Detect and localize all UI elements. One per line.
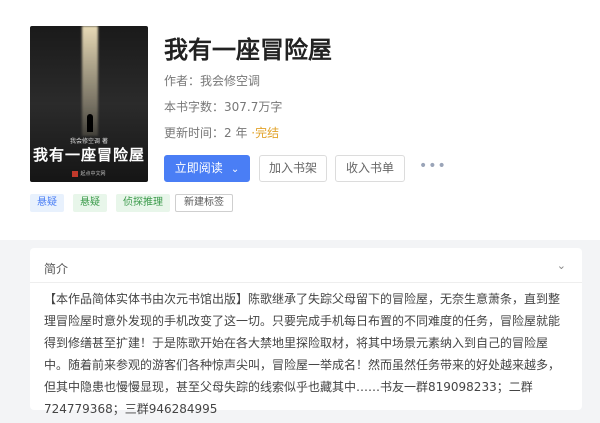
- publisher-name: 起点中文网: [80, 171, 106, 177]
- collapse-chevron-icon[interactable]: ⌄: [557, 259, 566, 272]
- more-icon[interactable]: •••: [419, 158, 447, 174]
- cover-silhouette: [87, 114, 93, 132]
- intro-text: 【本作品简体实体书由次元书馆出版】陈歌继承了失踪父母留下的冒险屋，无奈生意萧条，…: [44, 292, 561, 416]
- author-link[interactable]: 我会修空调: [200, 74, 260, 88]
- new-tag-button[interactable]: 新建标签: [175, 194, 233, 212]
- book-title: 我有一座冒险屋: [164, 36, 332, 64]
- add-to-booklist-button[interactable]: 收入书单: [335, 155, 405, 182]
- update-row: 更新时间：2 年 ·完结: [164, 124, 279, 141]
- wordcount-label: 本书字数：: [164, 100, 225, 114]
- status-badge: ·完结: [251, 126, 280, 140]
- chevron-down-icon: ⌄: [230, 164, 240, 175]
- update-ago: 2 年: [224, 126, 248, 140]
- read-now-label: 立即阅读: [174, 161, 223, 175]
- tag-suspense[interactable]: 悬疑: [30, 194, 64, 212]
- tag-detective[interactable]: 侦探推理: [116, 194, 170, 212]
- publisher-logo-icon: [72, 170, 79, 177]
- divider: [30, 282, 582, 283]
- wordcount-value: 307.7万字: [224, 100, 283, 114]
- cover-publisher: 起点中文网: [30, 170, 148, 177]
- author-label: 作者：: [164, 74, 201, 88]
- cover-title: 我有一座冒险屋: [32, 146, 145, 164]
- update-label: 更新时间：: [164, 126, 225, 140]
- add-to-shelf-button[interactable]: 加入书架: [259, 155, 327, 182]
- tag-suspense-sub[interactable]: 悬疑: [73, 194, 107, 212]
- wordcount-row: 本书字数：307.7万字: [164, 98, 282, 115]
- book-cover[interactable]: 我会修空调 著 我有一座冒险屋 起点中文网: [30, 26, 148, 182]
- intro-card: 简介 ⌄ 【本作品简体实体书由次元书馆出版】陈歌继承了失踪父母留下的冒险屋，无奈…: [30, 248, 582, 416]
- author-row: 作者：我会修空调: [164, 72, 260, 89]
- read-now-button[interactable]: 立即阅读 ⌄: [164, 155, 250, 182]
- intro-heading: 简介: [44, 262, 69, 276]
